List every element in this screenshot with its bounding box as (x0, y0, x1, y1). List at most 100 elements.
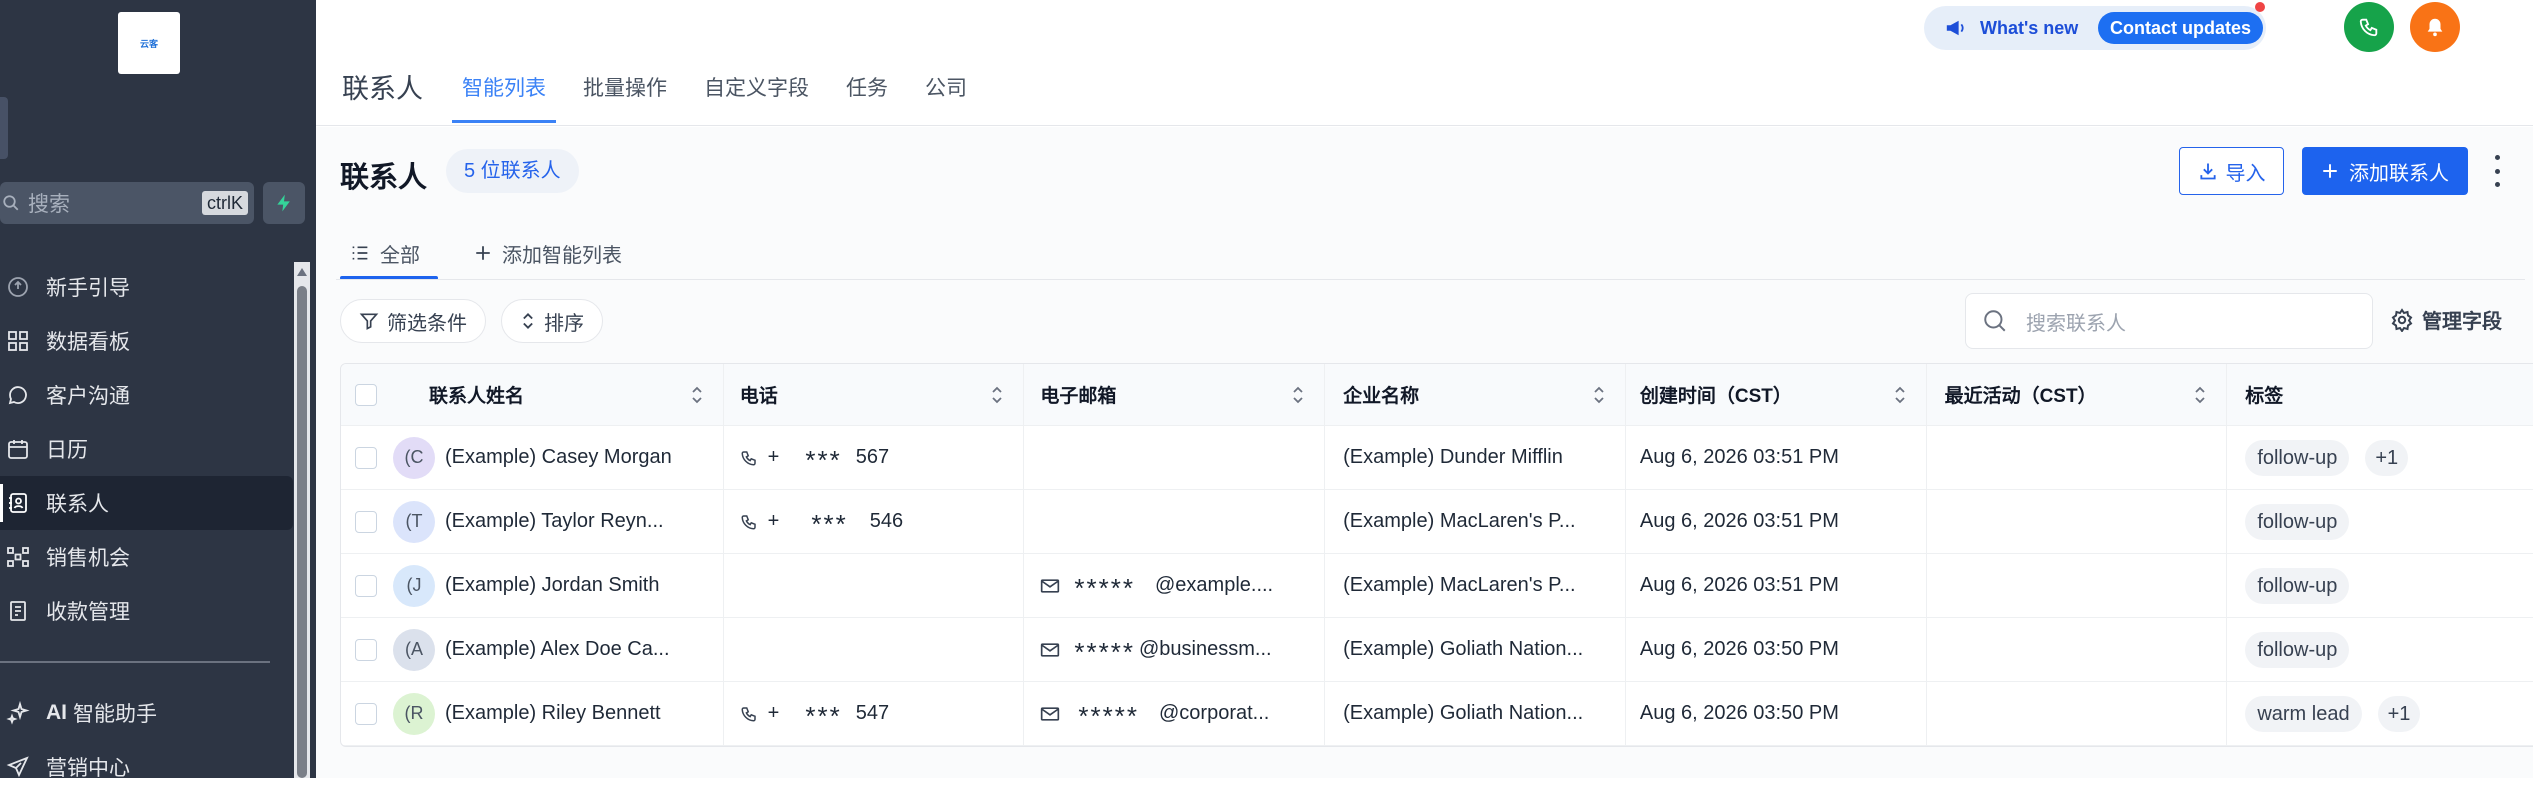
tags-cell[interactable]: warm lead +1 (2227, 682, 2533, 745)
more-options-icon[interactable] (2491, 155, 2503, 187)
table-row[interactable]: (C (Example) Casey Morgan + *** 567 (Exa… (341, 426, 2533, 490)
more-tags-badge[interactable]: +1 (2365, 440, 2408, 476)
sidebar-item-ai-assistant[interactable]: AI 智能助手 (0, 686, 293, 740)
sort-icon[interactable] (991, 386, 1003, 404)
sidebar-item-label: 数据看板 (46, 326, 130, 356)
add-smart-list-button[interactable]: 添加智能列表 (474, 233, 622, 273)
contact-name-cell[interactable]: (T (Example) Taylor Reyn... (377, 490, 724, 553)
tag-badge[interactable]: warm lead (2245, 696, 2361, 732)
sidebar-item-contacts[interactable]: 联系人 (0, 476, 293, 530)
sort-button[interactable]: 排序 (501, 299, 603, 343)
company-cell[interactable]: (Example) MacLaren's P... (1325, 554, 1626, 617)
sort-icon[interactable] (1894, 386, 1906, 404)
company-cell[interactable]: (Example) Goliath Nation... (1325, 618, 1626, 681)
sidebar-collapse-handle[interactable] (0, 97, 8, 159)
manage-fields-button[interactable]: 管理字段 (2390, 305, 2502, 334)
contact-name-cell[interactable]: (R (Example) Riley Bennett (377, 682, 724, 745)
column-header-name[interactable]: 联系人姓名 (377, 364, 724, 425)
phone-button[interactable] (2344, 2, 2394, 52)
quick-action-button[interactable] (263, 182, 305, 224)
sidebar-scrollbar[interactable] (294, 262, 310, 778)
company-logo[interactable]: 云客 (118, 12, 180, 74)
contact-name-cell[interactable]: (J (Example) Jordan Smith (377, 554, 724, 617)
notifications-button[interactable] (2410, 2, 2460, 52)
tag-badge[interactable]: follow-up (2245, 504, 2349, 540)
avatar: (J (393, 565, 435, 607)
email-mask: ***** (1078, 701, 1139, 732)
row-checkbox[interactable] (355, 511, 377, 533)
table-row[interactable]: (R (Example) Riley Bennett + *** 547 ***… (341, 682, 2533, 746)
notification-dot (2255, 2, 2265, 12)
email-cell[interactable]: ***** @corporat... (1024, 682, 1325, 745)
filter-button[interactable]: 筛选条件 (340, 299, 486, 343)
phone-cell (724, 618, 1025, 681)
company-cell[interactable]: (Example) Dunder Mifflin (1325, 426, 1626, 489)
sidebar-item-guide[interactable]: 新手引导 (0, 260, 293, 314)
sidebar-item-calendar[interactable]: 日历 (0, 422, 293, 476)
sidebar-item-conversations[interactable]: 客户沟通 (0, 368, 293, 422)
contact-name[interactable]: (Example) Jordan Smith (445, 574, 660, 597)
sidebar-item-dashboard[interactable]: 数据看板 (0, 314, 293, 368)
table-row[interactable]: (A (Example) Alex Doe Ca... ***** @busin… (341, 618, 2533, 682)
phone-cell[interactable]: + *** 547 (724, 682, 1025, 745)
sidebar-item-payments[interactable]: 收款管理 (0, 584, 293, 638)
row-checkbox[interactable] (355, 447, 377, 469)
import-button[interactable]: 导入 (2179, 147, 2284, 195)
tags-cell[interactable]: follow-up (2227, 618, 2533, 681)
scrollbar-thumb[interactable] (297, 286, 307, 778)
sidebar-search[interactable]: 搜索 ctrlK (0, 182, 254, 224)
tab-companies[interactable]: 公司 (925, 64, 967, 110)
contact-name[interactable]: (Example) Taylor Reyn... (445, 510, 664, 533)
select-all-checkbox[interactable] (355, 384, 377, 406)
column-header-company[interactable]: 企业名称 (1325, 364, 1626, 425)
sidebar-item-label: 智能助手 (73, 698, 157, 728)
sort-icon[interactable] (2194, 386, 2206, 404)
more-tags-badge[interactable]: +1 (2378, 696, 2421, 732)
tag-badge[interactable]: follow-up (2245, 440, 2349, 476)
tag-badge[interactable]: follow-up (2245, 632, 2349, 668)
tag-badge[interactable]: follow-up (2245, 568, 2349, 604)
phone-cell[interactable]: + *** 567 (724, 426, 1025, 489)
tab-bulk-actions[interactable]: 批量操作 (583, 64, 667, 110)
contact-search-input[interactable]: 搜索联系人 (1965, 293, 2373, 349)
company-cell[interactable]: (Example) Goliath Nation... (1325, 682, 1626, 745)
contact-name[interactable]: (Example) Riley Bennett (445, 702, 661, 725)
contact-name[interactable]: (Example) Casey Morgan (445, 446, 672, 469)
contact-updates-button[interactable]: Contact updates (2098, 12, 2263, 44)
table-row[interactable]: (T (Example) Taylor Reyn... + *** 546 (E… (341, 490, 2533, 554)
row-checkbox[interactable] (355, 703, 377, 725)
tab-tasks[interactable]: 任务 (846, 64, 888, 110)
row-checkbox[interactable] (355, 639, 377, 661)
email-cell[interactable]: ***** @businessm... (1024, 618, 1325, 681)
contact-name-cell[interactable]: (C (Example) Casey Morgan (377, 426, 724, 489)
contact-name-cell[interactable]: (A (Example) Alex Doe Ca... (377, 618, 724, 681)
whats-new-banner[interactable]: What's new Contact updates (1924, 6, 2266, 50)
list-tab-all[interactable]: 全部 (350, 233, 420, 273)
table-row[interactable]: (J (Example) Jordan Smith ***** @example… (341, 554, 2533, 618)
column-header-tags[interactable]: 标签 (2227, 364, 2533, 425)
tags-cell[interactable]: follow-up (2227, 554, 2533, 617)
sidebar-item-marketing[interactable]: 营销中心 (0, 740, 293, 794)
phone-icon (740, 449, 758, 467)
row-checkbox[interactable] (355, 575, 377, 597)
tab-smart-lists[interactable]: 智能列表 (462, 64, 546, 110)
scroll-up-arrow-icon[interactable] (297, 268, 307, 276)
sort-icon[interactable] (1593, 386, 1605, 404)
column-header-created[interactable]: 创建时间（CST） (1626, 364, 1927, 425)
tab-custom-fields[interactable]: 自定义字段 (704, 64, 809, 110)
column-header-phone[interactable]: 电话 (724, 364, 1025, 425)
add-contact-button[interactable]: 添加联系人 (2302, 147, 2468, 195)
sidebar-item-opportunities[interactable]: 销售机会 (0, 530, 293, 584)
sort-icon[interactable] (1292, 386, 1304, 404)
contact-name[interactable]: (Example) Alex Doe Ca... (445, 638, 670, 661)
tags-cell[interactable]: follow-up +1 (2227, 426, 2533, 489)
tags-cell[interactable]: follow-up (2227, 490, 2533, 553)
filter-label: 筛选条件 (387, 307, 467, 336)
search-icon (2, 194, 20, 212)
company-cell[interactable]: (Example) MacLaren's P... (1325, 490, 1626, 553)
column-header-last-activity[interactable]: 最近活动（CST） (1927, 364, 2228, 425)
phone-cell[interactable]: + *** 546 (724, 490, 1025, 553)
email-cell[interactable]: ***** @example.... (1024, 554, 1325, 617)
sort-icon[interactable] (691, 386, 703, 404)
column-header-email[interactable]: 电子邮箱 (1024, 364, 1325, 425)
